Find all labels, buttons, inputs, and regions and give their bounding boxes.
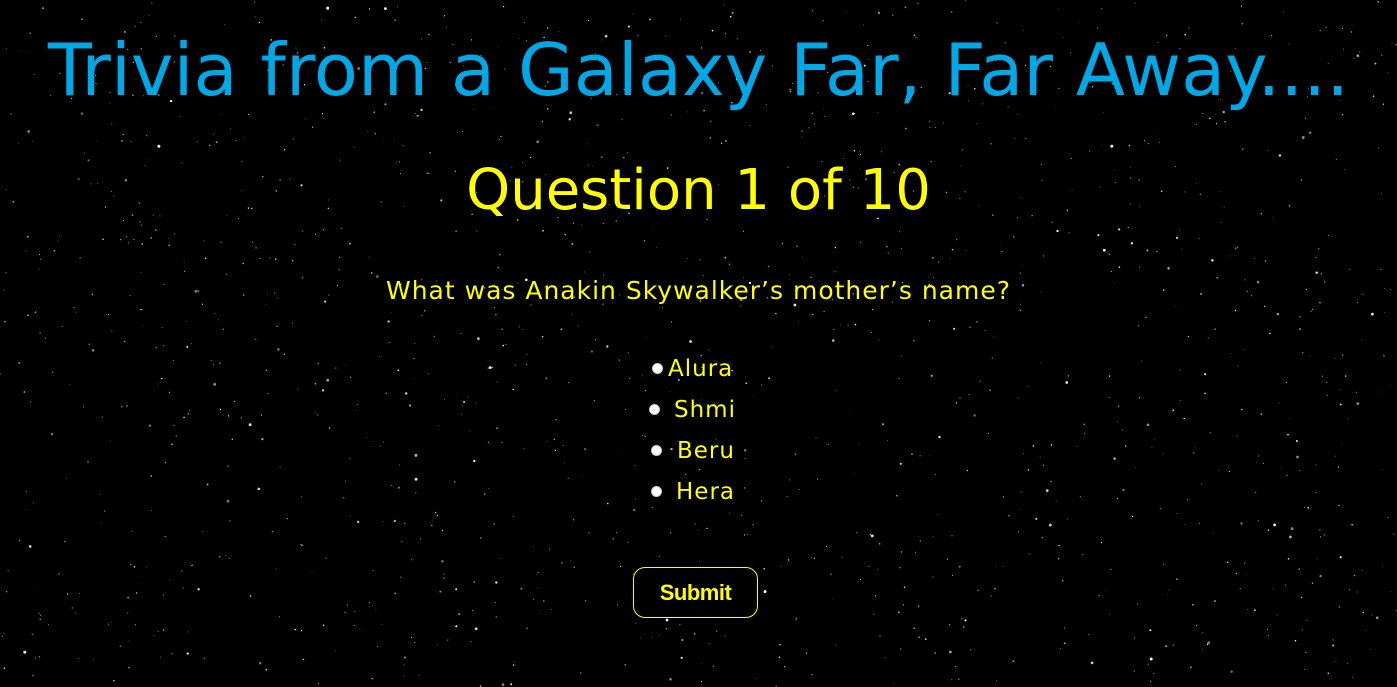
answer-option-hera[interactable]: Hera xyxy=(640,471,780,512)
radio-button[interactable] xyxy=(651,445,662,456)
answer-label[interactable]: Beru xyxy=(677,438,735,464)
page-background: Trivia from a Galaxy Far, Far Away.... Q… xyxy=(0,0,1397,687)
answer-option-beru[interactable]: Beru xyxy=(640,430,780,471)
page-title: Trivia from a Galaxy Far, Far Away.... xyxy=(47,28,1350,112)
answer-option-shmi[interactable]: Shmi xyxy=(640,389,780,430)
answer-option-alura[interactable]: Alura xyxy=(640,348,780,389)
submit-button[interactable]: Submit xyxy=(633,567,758,618)
question-counter: Question 1 of 10 xyxy=(466,158,931,223)
question-text: What was Anakin Skywalker’s mother’s nam… xyxy=(385,276,1012,305)
radio-button[interactable] xyxy=(652,363,663,374)
answer-options: Alura Shmi Beru Hera xyxy=(640,348,780,512)
radio-button[interactable] xyxy=(651,486,662,497)
answer-label[interactable]: Alura xyxy=(668,356,733,382)
radio-button[interactable] xyxy=(649,404,660,415)
answer-label[interactable]: Hera xyxy=(676,479,735,505)
quiz-container: Trivia from a Galaxy Far, Far Away.... Q… xyxy=(0,0,1397,687)
answer-label[interactable]: Shmi xyxy=(674,397,736,423)
